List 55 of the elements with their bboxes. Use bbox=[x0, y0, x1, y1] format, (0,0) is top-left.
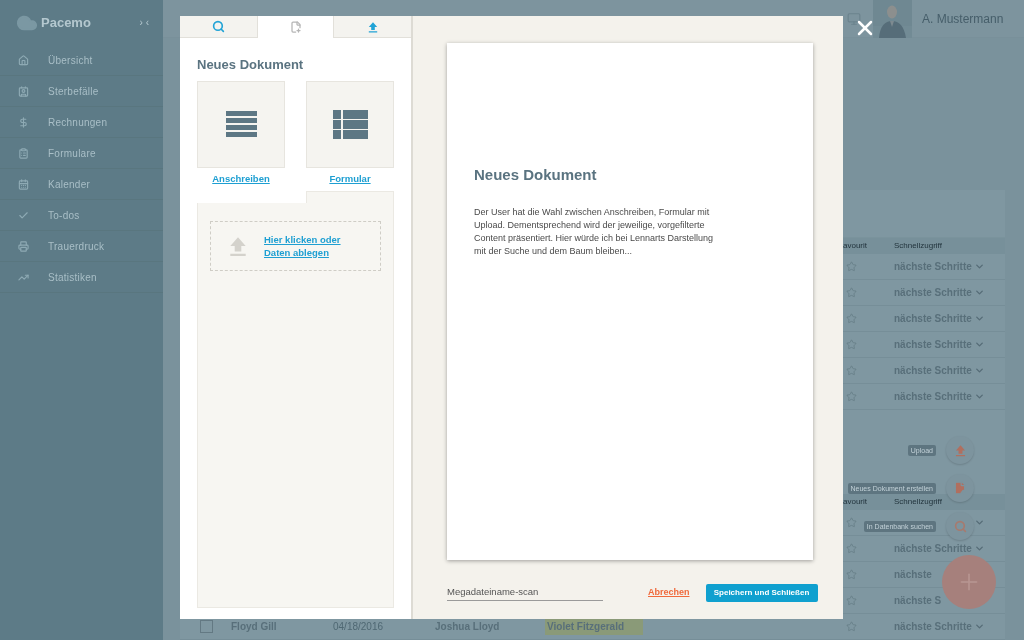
chevron-down-icon[interactable] bbox=[974, 543, 985, 554]
row-checkbox[interactable] bbox=[200, 620, 213, 633]
search-icon bbox=[953, 519, 967, 533]
calendar-icon bbox=[18, 178, 29, 190]
upload-icon bbox=[366, 20, 379, 33]
template-tile[interactable] bbox=[306, 80, 394, 168]
sidebar-item[interactable]: To-dos bbox=[0, 200, 163, 231]
dollar-icon bbox=[18, 116, 29, 128]
file-plus-icon bbox=[953, 481, 967, 495]
filename-field[interactable]: Megadateiname-scan bbox=[447, 585, 603, 601]
sidebar-item[interactable]: Übersicht bbox=[0, 45, 163, 76]
search-icon bbox=[212, 20, 225, 33]
file-plus-icon bbox=[289, 21, 302, 33]
lines-icon bbox=[225, 110, 257, 138]
save-button[interactable]: Speichern und Schließen bbox=[705, 584, 818, 602]
chevron-down-icon[interactable] bbox=[974, 365, 985, 376]
id-card-icon bbox=[18, 85, 29, 97]
chevron-down-icon[interactable] bbox=[974, 339, 985, 350]
upload-link[interactable]: Hier klicken oder Daten ablegen bbox=[264, 232, 354, 259]
cancel-link[interactable]: Abrechen bbox=[648, 586, 690, 600]
sidebar-item[interactable]: Trauerdruck bbox=[0, 231, 163, 262]
table-icon bbox=[332, 109, 368, 139]
column-header: avourit bbox=[843, 240, 868, 252]
home-icon bbox=[18, 54, 29, 66]
document-text: Der User hat die Wahl zwischen Anschreiben, Formular mit Upload. Dementsprechend wird der jeweilige, vorgefilterte Content präsentiert. Hier würde ich bei Lennarts Darstellung mit der Suche und dem Baum bleiben... bbox=[474, 205, 714, 258]
template-tile[interactable] bbox=[197, 80, 285, 168]
tab[interactable] bbox=[180, 16, 257, 38]
dropzone[interactable]: Hier klicken oder Daten ablegen bbox=[210, 220, 381, 271]
collapse-toggle[interactable]: › ‹ bbox=[139, 15, 149, 30]
column-header: Schnellzugriff bbox=[894, 496, 943, 508]
column-header: Schnellzugriff bbox=[894, 240, 943, 252]
chevron-down-icon[interactable] bbox=[974, 391, 985, 402]
sidebar-item[interactable]: Sterbefälle bbox=[0, 76, 163, 107]
tab[interactable] bbox=[334, 16, 411, 38]
chevron-down-icon[interactable] bbox=[974, 517, 985, 528]
sidebar-item[interactable]: Kalender bbox=[0, 169, 163, 200]
clipboard-icon bbox=[18, 147, 29, 159]
chevron-down-icon[interactable] bbox=[974, 261, 985, 272]
check-icon bbox=[18, 209, 29, 221]
chevron-down-icon[interactable] bbox=[974, 621, 985, 632]
panel-title: Neues Dokument bbox=[197, 56, 305, 74]
column-header: avourit bbox=[843, 496, 868, 508]
upload-icon bbox=[953, 443, 967, 457]
sidebar-item[interactable]: Rechnungen bbox=[0, 107, 163, 138]
sidebar-item[interactable]: Formulare bbox=[0, 138, 163, 169]
tab[interactable] bbox=[257, 16, 334, 38]
template-link[interactable]: Formular bbox=[329, 171, 371, 186]
monitor-icon[interactable] bbox=[847, 11, 861, 26]
document-title: Neues Dokument bbox=[474, 165, 598, 185]
logo-text: Pacemo bbox=[41, 13, 91, 32]
chevron-down-icon[interactable] bbox=[974, 313, 985, 324]
chevron-down-icon[interactable] bbox=[974, 287, 985, 298]
template-link[interactable]: Anschreiben bbox=[212, 171, 270, 186]
sidebar-item[interactable]: Statistiken bbox=[0, 262, 163, 293]
printer-icon bbox=[18, 240, 29, 252]
